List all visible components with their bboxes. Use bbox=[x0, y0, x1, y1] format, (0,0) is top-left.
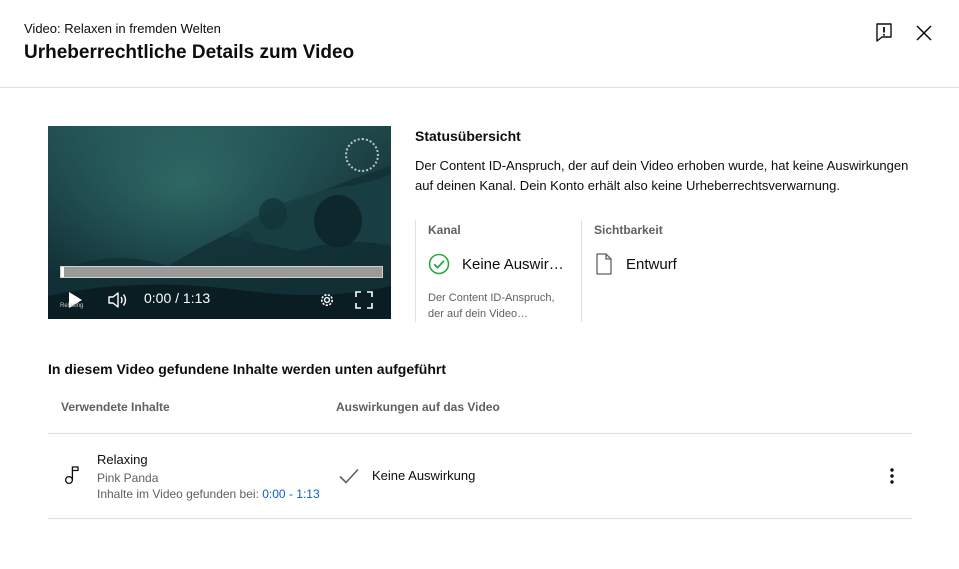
channel-value-row: Keine Auswirkungen bbox=[428, 253, 570, 275]
feedback-button[interactable] bbox=[871, 20, 897, 46]
table-divider bbox=[48, 518, 912, 519]
content-artist: Pink Panda bbox=[97, 471, 159, 485]
check-icon bbox=[339, 468, 359, 484]
progress-fill bbox=[61, 267, 65, 277]
video-watermark: Relaxing bbox=[60, 303, 84, 309]
video-subtitle: Video: Relaxen in fremden Welten bbox=[24, 21, 221, 36]
settings-button[interactable] bbox=[316, 289, 338, 311]
music-note-icon bbox=[64, 466, 79, 485]
feedback-icon bbox=[876, 23, 892, 42]
visibility-label: Sichtbarkeit bbox=[594, 223, 663, 237]
time-display: 0:00 / 1:13 bbox=[144, 290, 211, 306]
content-section-title: In diesem Video gefundene Inhalte werden… bbox=[48, 361, 447, 377]
row-options-button[interactable] bbox=[881, 464, 903, 488]
close-icon bbox=[916, 25, 932, 41]
visibility-value: Entwurf bbox=[626, 255, 677, 273]
column-header-used-content: Verwendete Inhalte bbox=[61, 400, 170, 414]
progress-bar[interactable] bbox=[60, 266, 383, 278]
volume-button[interactable] bbox=[106, 289, 130, 311]
fullscreen-button[interactable] bbox=[353, 289, 375, 311]
found-label: Inhalte im Video gefunden bei: bbox=[97, 487, 259, 501]
visibility-value-row: Entwurf bbox=[594, 253, 677, 275]
column-header-effect: Auswirkungen auf das Video bbox=[336, 400, 500, 414]
found-time-range-link[interactable]: 0:00 - 1:13 bbox=[262, 487, 319, 501]
channel-status-card: Kanal Keine Auswirkungen Der Content ID-… bbox=[415, 220, 582, 322]
visibility-status-card: Sichtbarkeit Entwurf bbox=[582, 220, 742, 322]
channel-value: Keine Auswirkungen bbox=[462, 255, 570, 273]
video-frame bbox=[48, 126, 391, 319]
channel-label: Kanal bbox=[428, 223, 461, 237]
status-heading: Statusübersicht bbox=[415, 128, 521, 144]
volume-icon bbox=[108, 292, 127, 308]
table-divider bbox=[48, 433, 912, 434]
settings-gear-icon bbox=[321, 294, 333, 306]
loading-spinner bbox=[345, 138, 379, 172]
close-button[interactable] bbox=[911, 20, 937, 46]
content-effect: Keine Auswirkung bbox=[372, 468, 476, 483]
more-vert-icon bbox=[890, 468, 894, 484]
dialog-header: Video: Relaxen in fremden Welten Urheber… bbox=[0, 0, 959, 88]
channel-note: Der Content ID-Anspruch, der auf dein Vi… bbox=[428, 292, 555, 320]
content-title: Relaxing bbox=[97, 452, 148, 467]
check-circle-icon bbox=[428, 253, 450, 275]
fullscreen-icon bbox=[355, 291, 373, 309]
content-found-info: Inhalte im Video gefunden bei: 0:00 - 1:… bbox=[97, 487, 320, 501]
video-player[interactable]: 0:00 / 1:13 Relaxing bbox=[48, 126, 391, 319]
draft-document-icon bbox=[596, 253, 612, 275]
dialog-title: Urheberrechtliche Details zum Video bbox=[24, 42, 355, 63]
status-description: Der Content ID-Anspruch, der auf dein Vi… bbox=[415, 158, 909, 193]
